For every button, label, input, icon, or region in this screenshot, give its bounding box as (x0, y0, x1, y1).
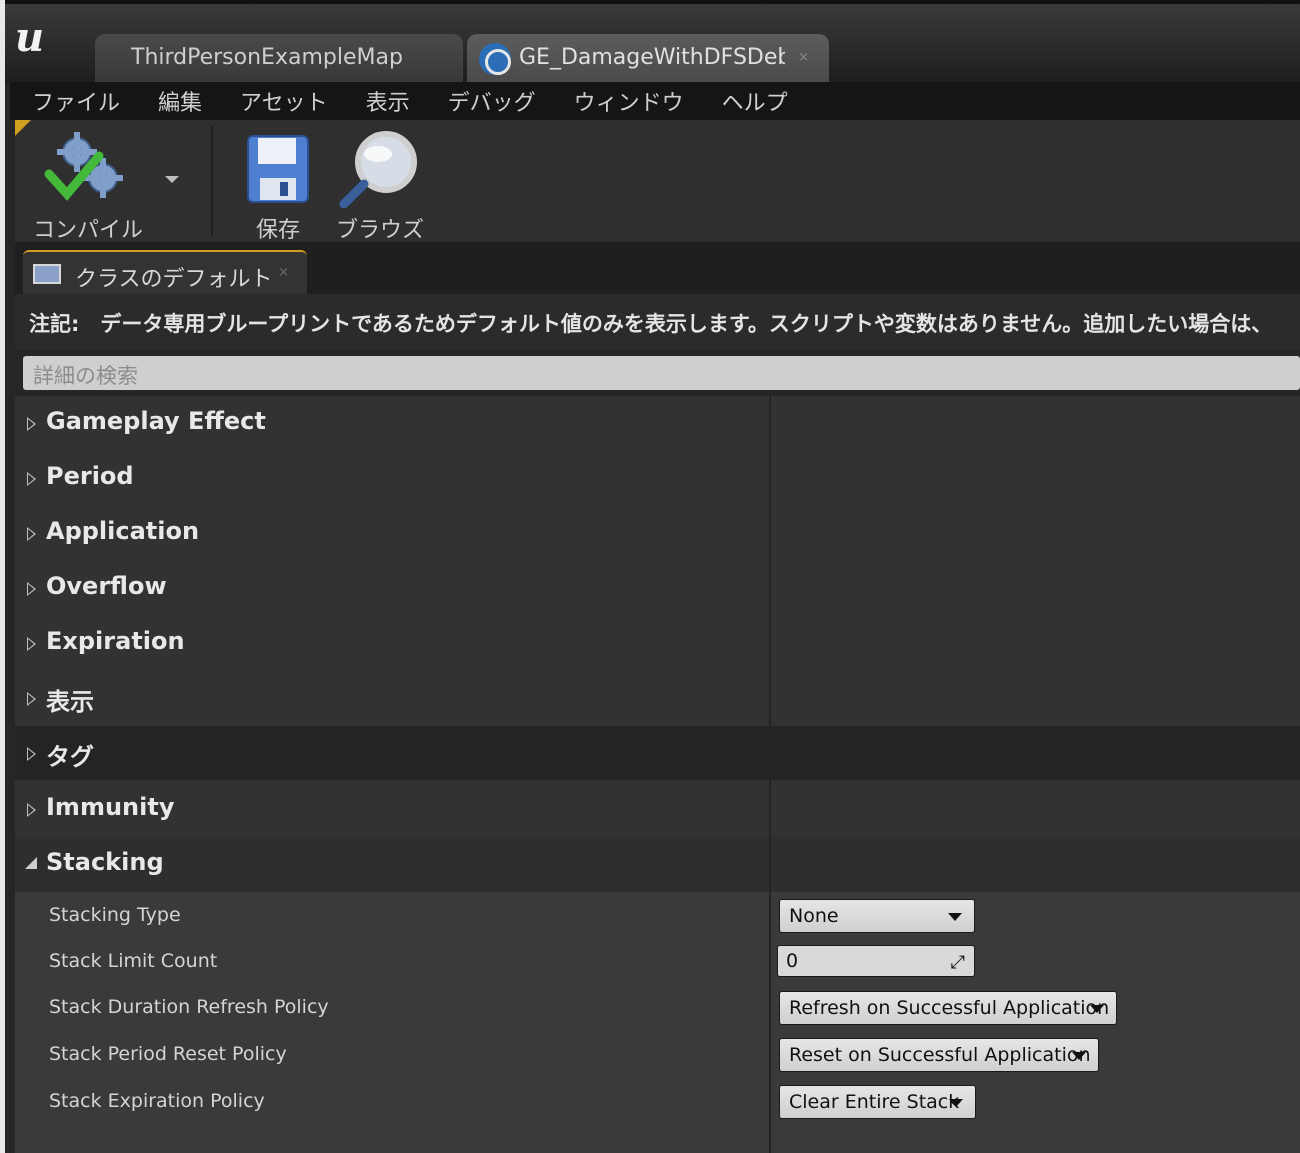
chevron-down-icon (1090, 1005, 1104, 1013)
property-label: Stack Period Reset Policy (49, 1043, 287, 1065)
category-label: Period (46, 462, 134, 490)
category-stacking[interactable]: Stacking (15, 837, 1300, 891)
tab-label: ThirdPersonExampleMap (131, 45, 403, 70)
dropdown-value: Clear Entire Stack (789, 1091, 960, 1113)
property-row-stack-expiration-policy: Stack Expiration Policy Clear Entire Sta… (15, 1080, 1300, 1126)
close-icon[interactable]: × (798, 50, 809, 65)
close-icon[interactable]: × (278, 265, 289, 280)
dropdown-value: Reset on Successful Application (789, 1044, 1091, 1066)
category-label: Gameplay Effect (46, 407, 266, 435)
data-only-notice: 注記: データ専用ブループリントであるためデフォルト値のみを表示します。スクリプ… (15, 294, 1300, 350)
toolbar-separator (211, 126, 213, 236)
search-placeholder: 詳細の検索 (33, 364, 138, 388)
magnifier-icon (339, 131, 417, 208)
category-label: 表示 (46, 688, 94, 716)
category-period[interactable]: Period (15, 451, 1300, 505)
property-row-stack-period-reset-policy: Stack Period Reset Policy Reset on Succe… (15, 1033, 1300, 1079)
stack-expiration-policy-dropdown[interactable]: Clear Entire Stack (779, 1085, 976, 1119)
chevron-down-icon (1072, 1052, 1086, 1060)
property-label: Stack Expiration Policy (49, 1090, 265, 1112)
expand-arrow-icon[interactable] (27, 582, 36, 596)
category-label: Immunity (46, 793, 175, 821)
class-defaults-icon (33, 264, 61, 284)
category-display[interactable]: 表示 (15, 671, 1300, 725)
tab-class-defaults[interactable]: クラスのデフォルト × (23, 250, 307, 294)
stacking-properties: Stacking Type None Stack Limit Count 0 ⤢… (15, 892, 1300, 1153)
compile-options-chevron-down-icon[interactable] (165, 176, 179, 183)
column-divider[interactable] (769, 396, 771, 1153)
expand-arrow-icon[interactable] (27, 692, 36, 706)
menu-file[interactable]: ファイル (32, 85, 120, 117)
toolbar: コンパイル 保存 ブラウズ (15, 120, 1300, 243)
property-row-stacking-type: Stacking Type None (15, 894, 1300, 940)
category-label: Application (46, 517, 200, 545)
details-search-input[interactable]: 詳細の検索 (23, 356, 1300, 390)
menu-help[interactable]: ヘルプ (722, 85, 788, 117)
compile-button[interactable]: コンパイル (23, 128, 153, 243)
property-label: Stack Limit Count (49, 950, 218, 972)
unreal-logo-icon: u (15, 14, 45, 61)
save-button[interactable]: 保存 (243, 128, 313, 243)
stacking-type-dropdown[interactable]: None (779, 899, 975, 933)
expand-arrow-icon[interactable] (27, 803, 36, 817)
menu-view[interactable]: 表示 (366, 85, 410, 117)
category-label: Stacking (46, 848, 164, 876)
property-label: Stacking Type (49, 904, 181, 926)
property-label: Stack Duration Refresh Policy (49, 996, 329, 1018)
blueprint-asset-icon (479, 43, 511, 75)
menu-edit[interactable]: 編集 (158, 85, 202, 117)
expand-arrow-icon[interactable] (27, 747, 36, 761)
expand-arrow-icon[interactable] (27, 527, 36, 541)
save-label: 保存 (255, 218, 300, 243)
category-tags[interactable]: タグ (15, 726, 1300, 780)
number-value: 0 (786, 950, 799, 972)
compile-icon (44, 132, 123, 201)
menu-debug[interactable]: デバッグ (448, 85, 536, 117)
expand-arrow-icon[interactable] (27, 472, 36, 486)
notice-text: 注記: データ専用ブループリントであるためデフォルト値のみを表示します。スクリプ… (29, 312, 1273, 336)
tab-label: クラスのデフォルト (75, 267, 273, 292)
expand-arrow-icon[interactable] (27, 637, 36, 651)
property-row-stack-duration-refresh-policy: Stack Duration Refresh Policy Refresh on… (15, 986, 1300, 1032)
compile-label: コンパイル (32, 218, 143, 243)
stack-limit-count-input[interactable]: 0 ⤢ (777, 945, 975, 977)
tab-gameplay-effect[interactable]: GE_DamageWithDFSDebuff × (467, 34, 829, 84)
menu-bar: ファイル 編集 アセット 表示 デバッグ ウィンドウ ヘルプ (10, 82, 1300, 120)
category-label: タグ (46, 743, 94, 771)
details-category-list: Gameplay Effect Period Application Overf… (15, 396, 1300, 1153)
browse-label: ブラウズ (335, 218, 424, 243)
category-label: Overflow (46, 572, 167, 600)
stack-period-reset-policy-dropdown[interactable]: Reset on Successful Application (779, 1038, 1099, 1072)
dropdown-value: Refresh on Successful Application (789, 997, 1110, 1019)
category-gameplay-effect[interactable]: Gameplay Effect (15, 396, 1300, 450)
category-expiration[interactable]: Expiration (15, 616, 1300, 670)
tab-thirdperson-map[interactable]: ThirdPersonExampleMap (95, 34, 463, 84)
tab-label: GE_DamageWithDFSDebuff (519, 45, 785, 70)
title-bar: u ThirdPersonExampleMap GE_DamageWithDFS… (5, 0, 1300, 84)
collapse-arrow-icon[interactable] (25, 857, 37, 869)
menu-asset[interactable]: アセット (240, 85, 328, 117)
stack-duration-refresh-policy-dropdown[interactable]: Refresh on Successful Application (779, 991, 1117, 1025)
property-row-stack-limit-count: Stack Limit Count 0 ⤢ (15, 940, 1300, 986)
category-immunity[interactable]: Immunity (15, 782, 1300, 836)
dropdown-value: None (789, 905, 839, 927)
category-overflow[interactable]: Overflow (15, 561, 1300, 615)
drag-spin-icon[interactable]: ⤢ (951, 952, 965, 973)
category-label: Expiration (46, 627, 185, 655)
expand-arrow-icon[interactable] (27, 417, 36, 431)
menu-window[interactable]: ウィンドウ (574, 85, 684, 117)
chevron-down-icon (948, 913, 962, 921)
save-icon (247, 135, 309, 203)
browse-button[interactable]: ブラウズ (335, 128, 425, 243)
details-panel-tabbar: クラスのデフォルト × (15, 242, 1300, 294)
chevron-down-icon (949, 1099, 963, 1107)
category-application[interactable]: Application (15, 506, 1300, 560)
